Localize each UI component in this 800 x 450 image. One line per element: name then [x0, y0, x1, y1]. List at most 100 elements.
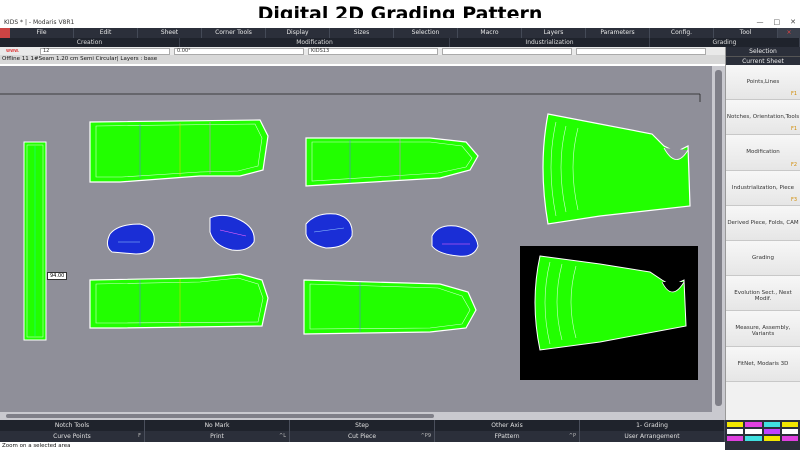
swatch[interactable] [745, 422, 762, 427]
print-button[interactable]: Print ^L [145, 431, 290, 442]
close-icon[interactable]: ✕ [790, 18, 796, 26]
window-title: KIDS * | - Modaris V8R1 [4, 19, 75, 26]
menu-close-icon[interactable]: × [778, 28, 800, 38]
sheet-fitnet[interactable]: FitNet, Modaris 3D [726, 346, 800, 382]
sheet-grading[interactable]: Grading [726, 240, 800, 277]
bottom-toolbar-row1: Notch Tools No Mark Step Other Axis 1- G… [0, 420, 725, 431]
sheet-name-field[interactable]: KIDS13 [308, 47, 438, 55]
menu-corner-tools[interactable]: Corner Tools [202, 28, 266, 38]
menu-edit[interactable]: Edit [74, 28, 138, 38]
swatch[interactable] [727, 422, 744, 427]
size-field[interactable]: 12 [40, 47, 170, 55]
other-axis-button[interactable]: Other Axis [435, 420, 580, 431]
tab-current-sheet[interactable]: Current Sheet [726, 56, 800, 65]
menu-bar: File Edit Sheet Corner Tools Display Siz… [0, 28, 800, 38]
button-label: Print [210, 433, 224, 440]
vertical-scroll-thumb[interactable] [715, 70, 722, 406]
sheet-points-lines[interactable]: Points,Lines F1 [726, 65, 800, 101]
menu-sizes[interactable]: Sizes [330, 28, 394, 38]
sheet-notches[interactable]: Notches, Orientation,Tools F1 [726, 100, 800, 136]
menu-sheet[interactable]: Sheet [138, 28, 202, 38]
waistband-piece[interactable] [23, 141, 47, 341]
menu-config[interactable]: Config. [650, 28, 714, 38]
swatch[interactable] [745, 429, 762, 434]
sheet-evolution[interactable]: Evolution Sect., Next Modif. [726, 276, 800, 312]
red-field-label: www. [6, 48, 20, 54]
pocket-piece-3[interactable] [305, 213, 353, 249]
mode-modification[interactable]: Modification [180, 38, 450, 47]
sheet-label: Notches, Orientation,Tools [726, 114, 800, 121]
notch-tools-button[interactable]: Notch Tools [0, 420, 145, 431]
right-panel: Selection Current Sheet Points,Lines F1 N… [725, 47, 800, 420]
mode-industrialization[interactable]: Industrialization [450, 38, 650, 47]
empty-field[interactable] [576, 47, 706, 55]
vertical-scrollbar[interactable] [712, 66, 725, 412]
front-leg-piece-top[interactable] [89, 119, 269, 183]
menu-file[interactable]: File [10, 28, 74, 38]
pocket-piece-2[interactable] [209, 214, 255, 251]
button-label: No Mark [204, 422, 230, 429]
status-bar: Zoom on a selected area [0, 442, 725, 450]
menu-parameters[interactable]: Parameters [586, 28, 650, 38]
front-leg-piece-bottom[interactable] [89, 273, 269, 329]
no-mark-button[interactable]: No Mark [145, 420, 290, 431]
pattern-canvas[interactable]: 94.00 [0, 66, 712, 412]
swatch[interactable] [727, 436, 744, 441]
sheet-label: Derived Piece, Folds, CAM [727, 219, 799, 226]
window-titlebar: KIDS * | - Modaris V8R1 — □ ✕ [0, 18, 800, 28]
button-label: Notch Tools [54, 422, 90, 429]
mode-creation[interactable]: Creation [0, 38, 180, 47]
swatch[interactable] [763, 436, 780, 441]
grading-button[interactable]: 1- Grading [580, 420, 725, 431]
swatch[interactable] [781, 422, 798, 427]
function-key: F1 [790, 91, 797, 98]
menu-tool[interactable]: Tool [714, 28, 778, 38]
angle-field[interactable]: 0.00° [174, 47, 304, 55]
empty-field[interactable] [442, 47, 572, 55]
sheet-label: Evolution Sect., Next Modif. [734, 290, 792, 303]
shortcut-key: ^P9 [420, 433, 431, 439]
step-button[interactable]: Step [290, 420, 435, 431]
piece-preview-window[interactable] [520, 246, 698, 380]
swatch[interactable] [763, 429, 780, 434]
sheet-label: FitNet, Modaris 3D [737, 360, 789, 367]
field-bar: www. 12 0.00° KIDS13 [0, 47, 725, 55]
swatch[interactable] [727, 429, 744, 434]
horizontal-scroll-thumb[interactable] [6, 414, 434, 418]
button-label: FPattern [494, 433, 520, 440]
maximize-icon[interactable]: □ [774, 18, 781, 26]
menu-selection[interactable]: Selection [394, 28, 458, 38]
menu-layers[interactable]: Layers [522, 28, 586, 38]
swatch[interactable] [781, 436, 798, 441]
app-menu-icon[interactable] [0, 28, 10, 38]
fpattern-button[interactable]: FPattern ^P [435, 431, 580, 442]
color-swatches [725, 420, 800, 450]
swatch[interactable] [763, 422, 780, 427]
sheet-derived-piece[interactable]: Derived Piece, Folds, CAM [726, 205, 800, 241]
user-arrangement-button[interactable]: User Arrangement [580, 431, 725, 442]
shortcut-key: ^L [279, 433, 286, 439]
menu-display[interactable]: Display [266, 28, 330, 38]
piece-info-bar: Offline 11 1#Seam 1.20 cm Semi Circular|… [0, 55, 725, 64]
sheet-label: Points,Lines [746, 79, 780, 85]
back-leg-piece-bottom[interactable] [303, 279, 477, 335]
sheet-modification[interactable]: Modification F2 [726, 135, 800, 171]
cut-piece-button[interactable]: Cut Piece ^P9 [290, 431, 435, 442]
swatch[interactable] [781, 429, 798, 434]
sheet-measure[interactable]: Measure, Assembly, Variants [726, 311, 800, 347]
horizontal-scrollbar[interactable] [0, 412, 725, 420]
tab-selection[interactable]: Selection [726, 47, 800, 56]
shortcut-key: ^P [568, 433, 576, 439]
button-label: User Arrangement [624, 433, 680, 440]
curve-points-button[interactable]: Curve Points F [0, 431, 145, 442]
menu-macro[interactable]: Macro [458, 28, 522, 38]
sheet-label: Grading [752, 254, 774, 261]
swatch[interactable] [745, 436, 762, 441]
back-leg-piece-top[interactable] [305, 137, 479, 187]
pocket-piece-1[interactable] [106, 223, 155, 255]
sheet-industrialization[interactable]: Industrialization, Piece F3 [726, 170, 800, 206]
mode-grading[interactable]: Grading [650, 38, 800, 47]
pocket-piece-4[interactable] [431, 225, 479, 257]
minimize-icon[interactable]: — [757, 18, 764, 26]
bodice-piece-top[interactable] [542, 113, 691, 225]
